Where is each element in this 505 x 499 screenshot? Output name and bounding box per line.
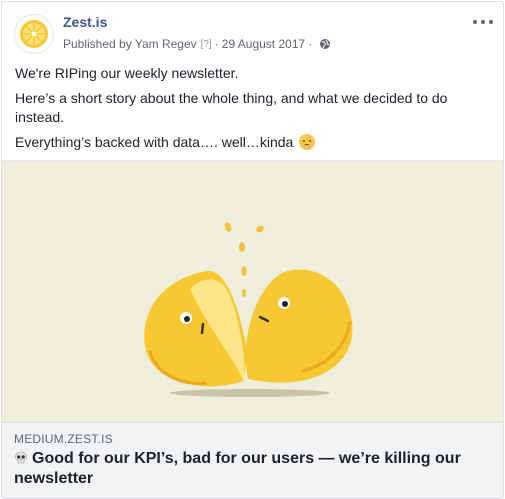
post-date[interactable]: 29 August 2017 [222,37,305,51]
post-text: We're RIPing our weekly newsletter. Here… [15,64,485,158]
meta-separator: · [308,37,313,51]
more-options-icon[interactable] [473,16,493,28]
page-name-link[interactable]: Zest.is [63,14,107,30]
link-preview[interactable]: MEDIUM.ZEST.IS Good for our KPI’s, bad f… [2,422,503,498]
post-text-line: Everything’s backed with data…. well…kin… [15,133,485,152]
link-domain: MEDIUM.ZEST.IS [14,432,113,446]
published-by[interactable]: Published by Yam Regev [63,37,197,51]
lemon-illustration [144,222,353,397]
zest-logo-icon [20,20,48,48]
link-headline[interactable]: Good for our KPI’s, bad for our users — … [14,449,484,489]
post-text-line: We're RIPing our weekly newsletter. [15,65,239,81]
globe-icon[interactable] [319,38,331,50]
post-text-line: Here’s a short story about the whole thi… [15,90,448,125]
worried-face-icon [299,134,316,150]
post-image[interactable] [2,160,503,423]
post-meta: Published by Yam Regev [?] · 29 August 2… [63,37,331,51]
meta-separator: · [214,37,219,51]
skull-icon [15,451,27,464]
post-card: Zest.is Published by Yam Regev [?] · 29 … [1,1,504,499]
page-avatar[interactable] [14,14,54,54]
help-marker[interactable]: [?] [201,39,212,50]
